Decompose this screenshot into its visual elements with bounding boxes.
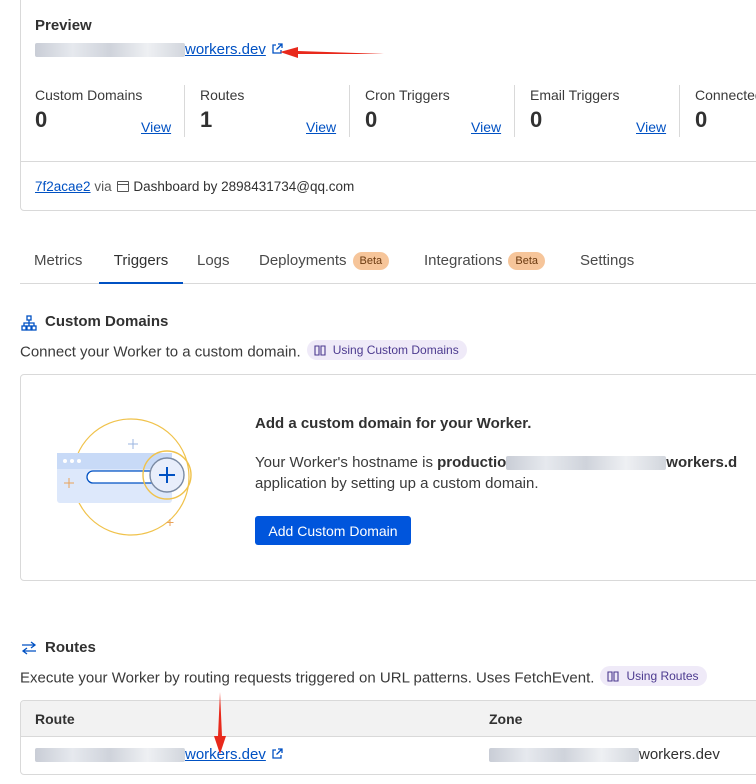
preview-card: Preview workers.dev Custom Domains 0 Vie… [20, 0, 756, 211]
stat-value: 0 [695, 107, 708, 132]
table-header: Route Zone [21, 701, 756, 737]
custom-domain-illustration [57, 418, 192, 536]
divider [21, 161, 756, 162]
stat-routes: Routes 1 View [186, 85, 351, 137]
stat-value: 0 [530, 107, 543, 132]
trigger-stats: Custom Domains 0 View Routes 1 View Cron… [21, 85, 756, 140]
deploy-source: Dashboard by 2898431734@qq.com [133, 179, 355, 194]
beta-badge: Beta [352, 252, 390, 270]
view-custom-domains-link[interactable]: View [141, 119, 171, 135]
add-custom-domain-button[interactable]: Add Custom Domain [255, 516, 411, 545]
dashboard-icon [117, 181, 130, 192]
zone-cell: workers.dev [489, 746, 720, 763]
view-routes-link[interactable]: View [306, 119, 336, 135]
swap-arrows-icon [21, 641, 37, 655]
redacted-text [35, 748, 185, 763]
custom-domain-heading: Add a custom domain for your Worker. [255, 415, 532, 432]
sitemap-icon [21, 315, 37, 331]
column-zone: Zone [489, 711, 523, 727]
tab-settings[interactable]: Settings [580, 240, 634, 284]
tab-triggers[interactable]: Triggers [99, 240, 183, 284]
redacted-text [506, 456, 667, 471]
stat-label: Routes [200, 87, 245, 103]
stat-value: 0 [365, 107, 378, 132]
redacted-text [489, 748, 639, 763]
route-link[interactable]: workers.dev [35, 746, 266, 763]
stat-label: Custom Domains [35, 87, 143, 103]
stat-custom-domains: Custom Domains 0 View [21, 85, 186, 137]
divider [349, 85, 350, 137]
worker-tabs: Metrics Triggers Logs Deployments Beta In… [20, 240, 756, 284]
hostname-value: productio workers.d [437, 454, 738, 471]
stat-cron-triggers: Cron Triggers 0 View [351, 85, 516, 137]
hostname-text: Your Worker's hostname is productio worke… [255, 454, 738, 471]
redacted-text [35, 43, 185, 58]
custom-domain-card: Add a custom domain for your Worker. You… [20, 374, 756, 581]
stat-label: Connected [695, 87, 756, 103]
stat-label: Cron Triggers [365, 87, 450, 103]
stat-email-triggers: Email Triggers 0 View [516, 85, 681, 137]
routes-title: Routes [45, 639, 96, 656]
divider [514, 85, 515, 137]
view-email-triggers-link[interactable]: View [636, 119, 666, 135]
routes-table: Route Zone workers.dev workers.dev [20, 700, 756, 775]
divider [679, 85, 680, 137]
book-icon [607, 670, 620, 682]
route-cell[interactable]: workers.dev [35, 746, 283, 763]
tab-metrics[interactable]: Metrics [34, 240, 82, 284]
via-text: via [94, 179, 112, 194]
external-link-icon[interactable] [271, 748, 283, 760]
version-link[interactable]: 7f2acae2 [35, 179, 91, 194]
stat-label: Email Triggers [530, 87, 620, 103]
preview-url-link[interactable]: workers.dev [35, 41, 266, 58]
routes-description: Execute your Worker by routing requests … [20, 666, 707, 687]
tab-logs[interactable]: Logs [197, 240, 230, 284]
preview-url[interactable]: workers.dev [35, 41, 283, 58]
stat-connected: Connected 0 [681, 85, 756, 137]
hostname-text-continued: application by setting up a custom domai… [255, 475, 539, 492]
external-link-icon[interactable] [271, 43, 283, 55]
column-route: Route [35, 711, 75, 727]
custom-domains-docs-link[interactable]: Using Custom Domains [306, 340, 467, 360]
view-cron-triggers-link[interactable]: View [471, 119, 501, 135]
custom-domains-title: Custom Domains [45, 313, 169, 330]
book-icon [314, 344, 326, 356]
stat-value: 1 [200, 107, 213, 132]
stat-value: 0 [35, 107, 48, 132]
routes-docs-link[interactable]: Using Routes [600, 666, 707, 686]
divider [184, 85, 185, 137]
beta-badge: Beta [508, 252, 546, 270]
tab-integrations[interactable]: Integrations Beta [424, 240, 546, 284]
custom-domains-description: Connect your Worker to a custom domain. U… [20, 340, 467, 361]
tab-deployments[interactable]: Deployments Beta [259, 240, 390, 284]
preview-title: Preview [35, 17, 92, 34]
deployment-footer: 7f2acae2 via Dashboard by 2898431734@qq.… [35, 179, 354, 194]
